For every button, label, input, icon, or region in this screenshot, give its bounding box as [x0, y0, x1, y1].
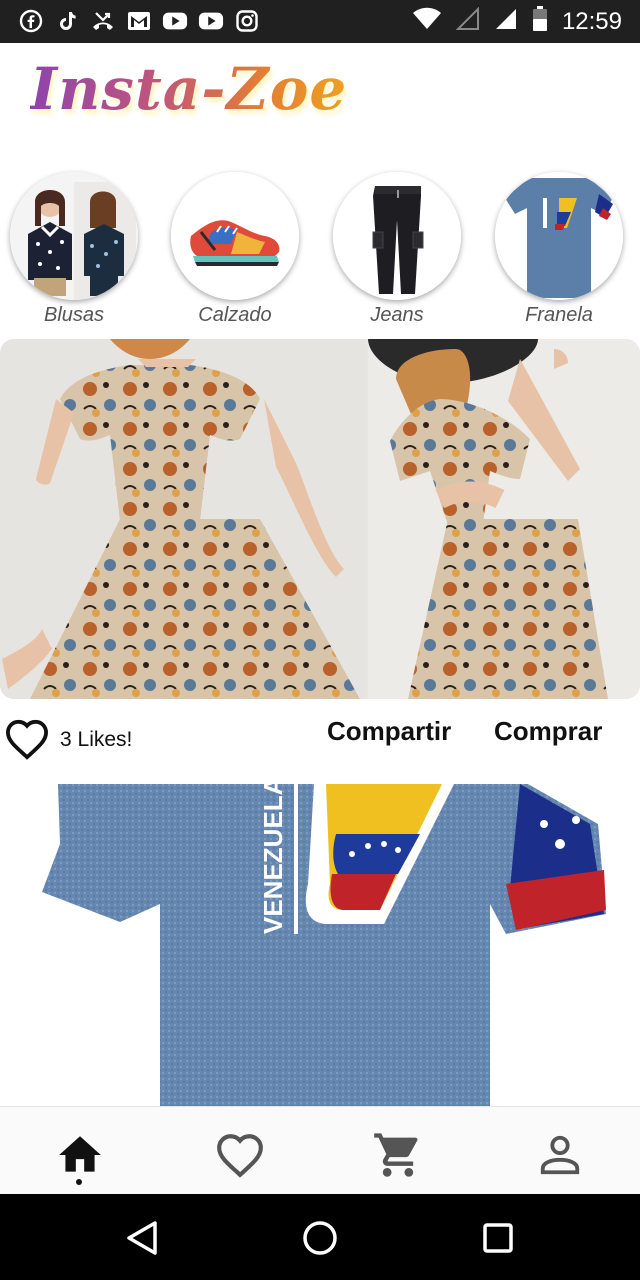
category-label: Jeans	[370, 304, 424, 326]
category-label: Blusas	[43, 304, 105, 326]
category-list: Blusas Calzado Jeans Franela	[0, 172, 640, 332]
cart-icon[interactable]	[372, 1129, 424, 1181]
instagram-icon	[234, 8, 260, 34]
youtube-icon	[198, 8, 224, 34]
system-nav-bar	[0, 1194, 640, 1280]
heart-icon[interactable]	[214, 1129, 266, 1181]
like-heart-icon[interactable]	[4, 718, 50, 765]
category-blusas[interactable]: Blusas	[4, 172, 144, 327]
svg-text:VENEZUELA: VENEZUELA	[258, 784, 288, 934]
notification-icons	[18, 8, 260, 34]
home-icon[interactable]	[54, 1129, 106, 1181]
home-circle-icon[interactable]	[298, 1216, 342, 1260]
missed-call-icon	[90, 8, 116, 34]
active-indicator	[76, 1179, 82, 1185]
category-image	[10, 172, 138, 300]
category-franela[interactable]: Franela	[489, 172, 629, 327]
tiktok-icon	[54, 8, 80, 34]
profile-icon[interactable]	[534, 1129, 586, 1181]
post-image-dress[interactable]	[0, 339, 640, 699]
category-image	[333, 172, 461, 300]
signal-icon	[494, 7, 518, 36]
app-logo: Insta-Zoe	[30, 55, 348, 123]
category-image	[495, 172, 623, 300]
category-label: Calzado	[198, 304, 272, 326]
gmail-icon	[126, 8, 152, 34]
facebook-icon	[18, 8, 44, 34]
clock: 12:59	[561, 7, 622, 35]
likes-count: 3 Likes!	[60, 728, 133, 751]
category-jeans[interactable]: Jeans	[327, 172, 467, 327]
bottom-nav	[0, 1106, 640, 1195]
wifi-icon	[412, 7, 442, 36]
back-icon[interactable]	[120, 1216, 164, 1260]
post-actions: 3 Likes! Compartir Comprar	[0, 712, 640, 768]
share-button[interactable]: Compartir	[327, 716, 451, 747]
status-bar: 12:59	[0, 0, 640, 43]
category-label: Franela	[525, 304, 593, 326]
category-image	[171, 172, 299, 300]
buy-button[interactable]: Comprar	[494, 716, 602, 747]
youtube-icon	[162, 8, 188, 34]
post-image-tshirt[interactable]: VENEZUELA	[0, 784, 640, 1106]
signal-empty-icon	[455, 6, 480, 36]
battery-icon	[532, 6, 548, 37]
recents-icon[interactable]	[476, 1216, 520, 1260]
category-calzado[interactable]: Calzado	[165, 172, 305, 327]
